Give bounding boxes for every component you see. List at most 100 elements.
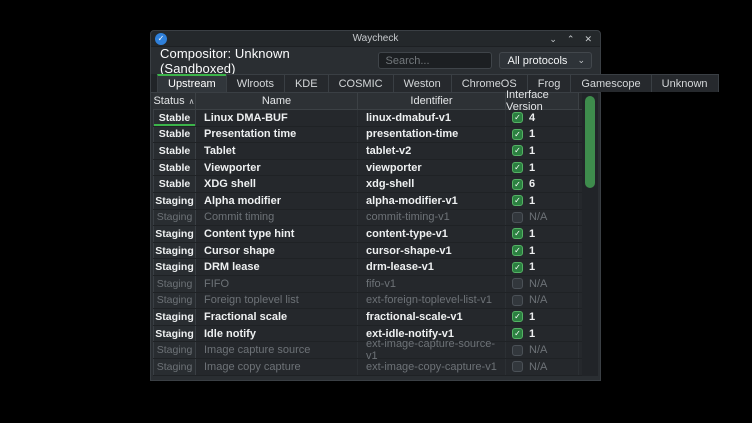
version-value: N/A (529, 294, 547, 306)
table-header: Status ∧ Name Identifier Interface Versi… (153, 93, 598, 110)
status-cell: Staging (153, 342, 196, 358)
checkbox-checked-icon: ✓ (512, 179, 523, 190)
identifier-cell: fractional-scale-v1 (358, 309, 506, 325)
titlebar: ✓ Waycheck ⌄ ⌃ ✕ (151, 31, 600, 47)
checkbox-checked-icon: ✓ (512, 328, 523, 339)
version-value: 1 (529, 261, 535, 273)
interface-version-cell: N/A (506, 342, 579, 358)
checkbox-checked-icon: ✓ (512, 245, 523, 256)
name-cell: Presentation time (196, 127, 358, 143)
tab-kde[interactable]: KDE (284, 74, 329, 92)
status-cell: Stable (153, 110, 196, 126)
name-cell: Foreign toplevel list (196, 293, 358, 309)
minimize-icon[interactable]: ⌄ (549, 31, 557, 47)
sort-ascending-icon: ∧ (189, 97, 195, 106)
tab-upstream[interactable]: Upstream (157, 74, 227, 92)
name-cell: DRM lease (196, 259, 358, 275)
toolbar: Compositor: Unknown (Sandboxed) All prot… (151, 47, 600, 74)
table-row[interactable]: StagingForeign toplevel listext-foreign-… (153, 293, 598, 310)
protocol-filter-value: All protocols (500, 55, 578, 67)
status-cell: Staging (153, 243, 196, 259)
version-value: 1 (529, 162, 535, 174)
name-cell: Viewporter (196, 160, 358, 176)
interface-version-cell: N/A (506, 276, 579, 292)
version-value: 1 (529, 311, 535, 323)
version-value: N/A (529, 361, 547, 373)
search-input[interactable] (378, 52, 492, 69)
table-row[interactable]: StableViewporterviewporter✓1 (153, 160, 598, 177)
name-cell: Cursor shape (196, 243, 358, 259)
table-body: StableLinux DMA-BUFlinux-dmabuf-v1✓4Stab… (153, 110, 598, 376)
status-cell: Staging (153, 293, 196, 309)
table-row[interactable]: StableXDG shellxdg-shell✓6 (153, 176, 598, 193)
status-cell: Staging (153, 359, 196, 375)
tab-gamescope[interactable]: Gamescope (570, 74, 651, 92)
table-row[interactable]: StagingCursor shapecursor-shape-v1✓1 (153, 243, 598, 260)
table-row[interactable]: StagingCommit timingcommit-timing-v1N/A (153, 210, 598, 227)
vertical-scrollbar[interactable] (582, 93, 598, 376)
interface-version-cell: ✓4 (506, 110, 579, 126)
checkbox-unchecked-icon (512, 345, 523, 356)
tab-cosmic[interactable]: COSMIC (328, 74, 394, 92)
interface-version-cell: ✓1 (506, 127, 579, 143)
version-value: N/A (529, 278, 547, 290)
protocol-filter-dropdown[interactable]: All protocols ⌄ (499, 52, 593, 69)
status-cell: Staging (153, 226, 196, 242)
identifier-cell: viewporter (358, 160, 506, 176)
interface-version-cell: N/A (506, 210, 579, 226)
interface-version-cell: ✓1 (506, 226, 579, 242)
status-cell: Stable (153, 143, 196, 159)
window-title: Waycheck (151, 33, 600, 44)
table-row[interactable]: StagingDRM leasedrm-lease-v1✓1 (153, 259, 598, 276)
version-value: 1 (529, 128, 535, 140)
column-header-interface-version[interactable]: Interface Version (506, 93, 579, 110)
identifier-cell: xdg-shell (358, 176, 506, 192)
checkbox-checked-icon: ✓ (512, 129, 523, 140)
interface-version-cell: ✓1 (506, 160, 579, 176)
tab-wlroots[interactable]: Wlroots (226, 74, 285, 92)
tab-weston[interactable]: Weston (393, 74, 452, 92)
checkbox-checked-icon: ✓ (512, 162, 523, 173)
name-cell: XDG shell (196, 176, 358, 192)
name-cell: Linux DMA-BUF (196, 110, 358, 126)
name-cell: Commit timing (196, 210, 358, 226)
version-value: 4 (529, 112, 535, 124)
close-icon[interactable]: ✕ (584, 31, 592, 47)
name-cell: Idle notify (196, 326, 358, 342)
name-cell: Content type hint (196, 226, 358, 242)
table-row[interactable]: StagingContent type hintcontent-type-v1✓… (153, 226, 598, 243)
protocol-table: Status ∧ Name Identifier Interface Versi… (153, 93, 598, 376)
table-row[interactable]: StableTablettablet-v2✓1 (153, 143, 598, 160)
column-header-identifier[interactable]: Identifier (358, 93, 506, 110)
interface-version-cell: N/A (506, 359, 579, 375)
table-row[interactable]: StagingFIFOfifo-v1N/A (153, 276, 598, 293)
table-row[interactable]: StagingFractional scalefractional-scale-… (153, 309, 598, 326)
maximize-icon[interactable]: ⌃ (567, 31, 575, 47)
name-cell: FIFO (196, 276, 358, 292)
table-row[interactable]: StagingAlpha modifieralpha-modifier-v1✓1 (153, 193, 598, 210)
version-value: 1 (529, 145, 535, 157)
table-row[interactable]: StagingImage capture sourceext-image-cap… (153, 342, 598, 359)
checkbox-unchecked-icon (512, 212, 523, 223)
status-cell: Stable (153, 127, 196, 143)
version-value: 1 (529, 228, 535, 240)
status-cell: Staging (153, 210, 196, 226)
identifier-cell: linux-dmabuf-v1 (358, 110, 506, 126)
table-row[interactable]: StagingImage copy captureext-image-copy-… (153, 359, 598, 376)
column-header-status[interactable]: Status ∧ (153, 93, 196, 110)
column-header-name[interactable]: Name (196, 93, 358, 110)
name-cell: Image copy capture (196, 359, 358, 375)
version-value: N/A (529, 211, 547, 223)
status-cell: Staging (153, 326, 196, 342)
scrollbar-thumb[interactable] (585, 96, 595, 188)
checkbox-unchecked-icon (512, 361, 523, 372)
table-row[interactable]: StablePresentation timepresentation-time… (153, 127, 598, 144)
version-value: 1 (529, 245, 535, 257)
tab-unknown[interactable]: Unknown (651, 74, 719, 92)
identifier-cell: fifo-v1 (358, 276, 506, 292)
checkbox-checked-icon: ✓ (512, 195, 523, 206)
table-row[interactable]: StableLinux DMA-BUFlinux-dmabuf-v1✓4 (153, 110, 598, 127)
version-value: 6 (529, 178, 535, 190)
interface-version-cell: ✓6 (506, 176, 579, 192)
interface-version-cell: N/A (506, 293, 579, 309)
